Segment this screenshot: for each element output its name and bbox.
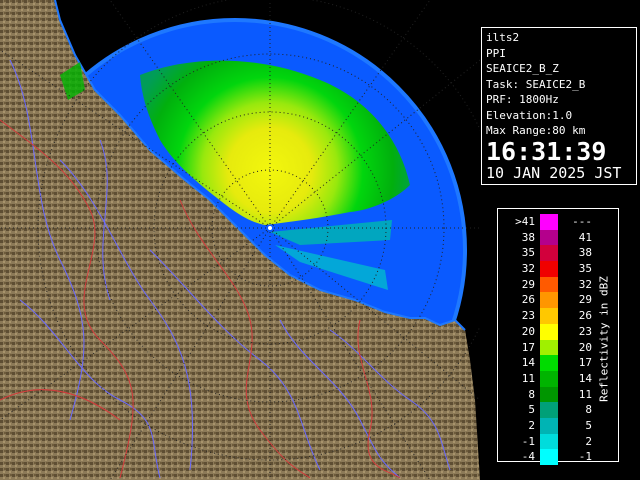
color-legend: >41 --- 38 41 35 38 32 35 29 32 26 29 23 26 20 23 17 20 14…	[497, 208, 619, 465]
legend-max-value: 32	[578, 277, 592, 291]
legend-row: 11 14	[498, 370, 598, 387]
legend-color-swatch	[540, 386, 558, 403]
legend-max-value: 38	[578, 246, 592, 260]
legend-color-swatch	[540, 449, 558, 465]
prf-value: PRF: 1800Hz	[486, 93, 559, 106]
legend-max-value: 17	[578, 356, 592, 370]
legend-row: 25	[498, 417, 598, 434]
legend-row: 26 29	[498, 292, 598, 309]
legend-max-value: 41	[578, 230, 592, 244]
legend-color-swatch	[540, 323, 558, 340]
legend-color-swatch	[540, 402, 558, 418]
legend-color-swatch	[540, 276, 558, 293]
legend-row: 29 32	[498, 276, 598, 293]
legend-row: 58	[498, 402, 598, 418]
elevation-value: Elevation:1.0	[486, 108, 573, 122]
radar-display: ilts2 PPI SEAICE2_B_Z Task: SEAICE2_B PR…	[0, 0, 640, 480]
scan-time: 16:31:39	[486, 136, 607, 166]
legend-min-value: 20	[521, 324, 535, 338]
legend-min-value: 8	[528, 387, 535, 401]
legend-min-value: 23	[521, 309, 535, 323]
scan-date: 10 JAN 2025 JST	[486, 163, 622, 182]
legend-row: 17 20	[498, 339, 598, 356]
legend-color-swatch	[540, 245, 558, 262]
legend-color-swatch	[540, 339, 558, 356]
legend-max-value: 23	[578, 324, 592, 338]
legend-rows: >41 --- 38 41 35 38 32 35 29 32 26 29 23 26 20 23 17 20 14…	[498, 214, 598, 465]
radar-ppi-view[interactable]	[0, 0, 480, 480]
legend-row: 20 23	[498, 323, 598, 340]
legend-row: -1 2	[498, 433, 598, 450]
legend-color-swatch	[540, 214, 558, 230]
legend-max-value: 11	[578, 387, 592, 401]
legend-color-swatch	[540, 355, 558, 371]
info-side-panel: ilts2 PPI SEAICE2_B_Z Task: SEAICE2_B PR…	[480, 0, 640, 480]
legend-color-swatch	[540, 370, 558, 387]
product-name: SEAICE2_B_Z	[486, 62, 559, 75]
legend-row: 14 17	[498, 355, 598, 371]
legend-max-value: 14	[578, 371, 592, 385]
legend-min-value: 32	[521, 262, 535, 276]
legend-max-value: 35	[578, 262, 592, 276]
legend-max-value: 2	[585, 434, 592, 448]
legend-min-value: 38	[521, 230, 535, 244]
legend-min-value: 26	[521, 293, 535, 307]
info-box: ilts2 PPI SEAICE2_B_Z Task: SEAICE2_B PR…	[481, 27, 637, 185]
legend-max-value: 26	[578, 309, 592, 323]
legend-color-swatch	[540, 433, 558, 450]
radar-sweep-icon	[268, 226, 272, 230]
legend-min-value: >41	[515, 215, 535, 228]
legend-min-value: -1	[521, 434, 535, 448]
legend-max-value: 20	[578, 340, 592, 354]
legend-max-value: 5	[585, 418, 592, 432]
legend-row: 8 11	[498, 386, 598, 403]
legend-color-swatch	[540, 229, 558, 246]
legend-color-swatch	[540, 292, 558, 309]
legend-row: 38 41	[498, 229, 598, 246]
legend-min-value: 35	[521, 246, 535, 260]
legend-min-value: 11	[521, 371, 535, 385]
legend-unit-text: Reflectivity in dBZ	[597, 276, 611, 402]
legend-row: 23 26	[498, 308, 598, 324]
task-name: Task: SEAICE2_B	[486, 77, 586, 91]
legend-min-value: 2	[528, 418, 535, 432]
legend-color-swatch	[540, 417, 558, 434]
scan-mode: PPI	[486, 46, 506, 60]
legend-max-value: ---	[572, 215, 592, 228]
legend-max-value: 8	[585, 403, 592, 417]
legend-max-value: 29	[578, 293, 592, 307]
legend-row: -4 -1	[498, 449, 598, 465]
legend-row: >41 ---	[498, 214, 598, 230]
legend-color-swatch	[540, 308, 558, 324]
station-name: ilts2	[486, 31, 520, 44]
legend-min-value: -4	[521, 450, 535, 464]
legend-min-value: 5	[528, 403, 535, 417]
legend-row: 32 35	[498, 261, 598, 277]
legend-min-value: 14	[521, 356, 535, 370]
legend-min-value: 29	[521, 277, 535, 291]
legend-unit-label: Reflectivity in dBZ	[596, 269, 612, 409]
legend-min-value: 17	[521, 340, 535, 354]
legend-color-swatch	[540, 261, 558, 277]
legend-row: 35 38	[498, 245, 598, 262]
legend-max-value: -1	[578, 450, 592, 464]
